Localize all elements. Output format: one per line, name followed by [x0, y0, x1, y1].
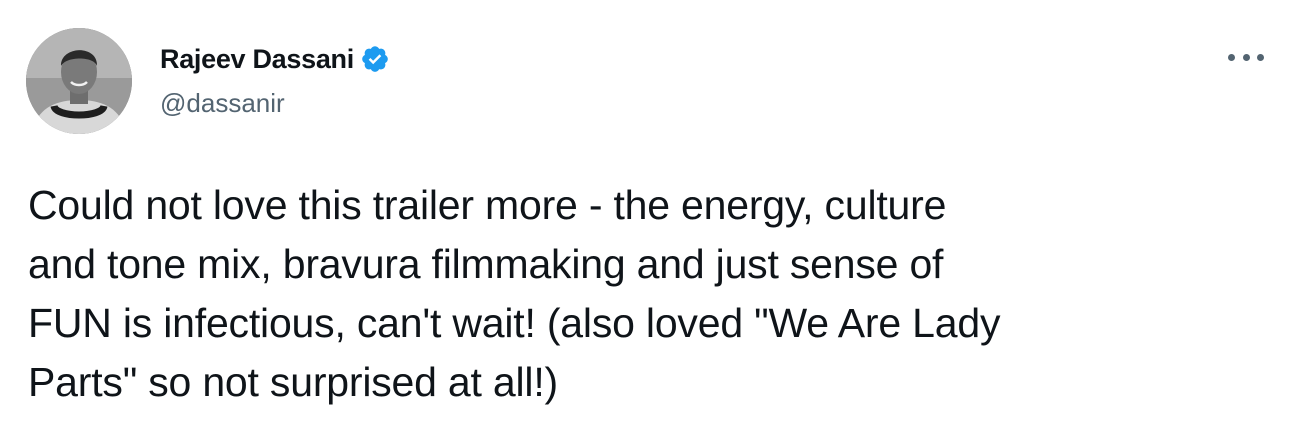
- tweet-text: Could not love this trailer more - the e…: [28, 182, 1001, 405]
- author-display-name[interactable]: Rajeev Dassani: [160, 44, 354, 74]
- avatar[interactable]: [26, 28, 132, 134]
- profile-photo-icon: [26, 28, 132, 134]
- more-dot: [1242, 53, 1250, 61]
- tweet-card: Rajeev Dassani @dassanir Could not love …: [0, 0, 1300, 430]
- author-handle[interactable]: @dassanir: [160, 88, 285, 118]
- more-dot: [1228, 53, 1235, 61]
- author-name-row[interactable]: Rajeev Dassani: [160, 44, 390, 74]
- more-dot: [1257, 53, 1264, 61]
- verified-badge-icon: [360, 44, 390, 74]
- more-options-icon[interactable]: [1228, 48, 1264, 66]
